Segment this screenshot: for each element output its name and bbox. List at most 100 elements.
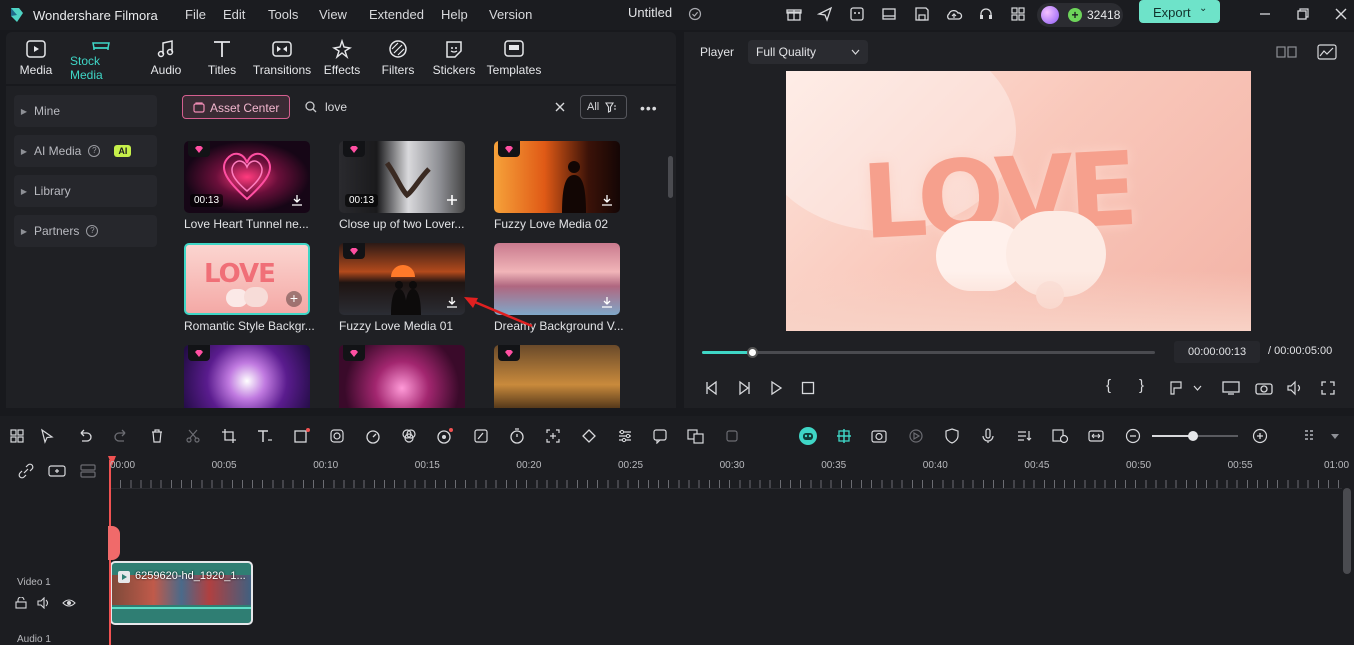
mark-out-icon[interactable]: } [1139,377,1144,394]
more-grid-icon[interactable] [1301,426,1321,446]
tab-audio[interactable]: Audio [136,36,196,82]
audio-mixer-icon[interactable] [1014,426,1034,446]
timeline-scrollbar[interactable] [1343,488,1351,574]
sidebar-item-library[interactable]: ▶ Library [14,175,157,207]
link-icon[interactable] [18,463,34,479]
media-thumbnail[interactable] [339,243,465,315]
layout-grid-icon[interactable] [7,426,27,446]
tab-titles[interactable]: Titles [192,36,252,82]
delete-icon[interactable] [147,426,167,446]
playhead-knob[interactable] [746,347,758,358]
keyframe-icon[interactable] [579,426,599,446]
previous-frame-icon[interactable] [704,380,720,396]
stop-icon[interactable] [800,380,816,396]
quality-dropdown[interactable]: Full Quality [748,40,868,64]
ai-tools-icon[interactable] [435,426,455,446]
menu-edit[interactable]: Edit [220,4,248,25]
asset-center-button[interactable]: Asset Center [182,95,290,119]
tab-templates[interactable]: Templates [484,36,544,82]
video-preview[interactable]: LOVE [786,71,1251,331]
adjust-icon[interactable] [615,426,635,446]
menu-extended[interactable]: Extended [366,4,427,25]
speech-to-text-icon[interactable] [650,426,670,446]
zoom-slider[interactable] [1152,431,1238,441]
media-thumbnail[interactable] [494,345,620,408]
snapshot-camera-icon[interactable] [1255,380,1273,396]
playback-progress-track[interactable] [702,347,1155,358]
zoom-in-icon[interactable] [1250,426,1270,446]
zoom-slider-knob[interactable] [1188,431,1198,441]
playhead-handle[interactable] [108,526,120,560]
save-icon[interactable] [912,4,932,24]
color-match-icon[interactable] [327,426,347,446]
magnetic-snap-icon[interactable] [834,426,854,446]
add-icon[interactable] [445,193,459,207]
track-manager-icon[interactable] [80,464,96,478]
media-thumbnail[interactable] [339,345,465,408]
sidebar-item-mine[interactable]: ▶ Mine [14,95,157,127]
tab-transitions[interactable]: Transitions [250,36,314,82]
marker-icon[interactable] [1168,380,1184,396]
add-icon[interactable]: + [286,291,302,307]
send-icon[interactable] [815,4,835,24]
timer-icon[interactable] [507,426,527,446]
download-icon[interactable] [600,295,614,309]
crop-icon[interactable] [219,426,239,446]
tab-effects[interactable]: Effects [312,36,372,82]
sidebar-item-ai-media[interactable]: ▶ AI Media ? AI [14,135,157,167]
menu-tools[interactable]: Tools [265,4,301,25]
edit-icon[interactable] [471,426,491,446]
menu-version[interactable]: Version [486,4,535,25]
next-frame-icon[interactable] [736,380,752,396]
freeze-frame-icon[interactable] [722,426,742,446]
current-time-field[interactable]: 00:00:00:13 [1174,341,1260,363]
apps-grid-icon[interactable] [1008,4,1028,24]
ai-copilot-icon[interactable] [798,426,818,446]
tab-stickers[interactable]: Stickers [424,36,484,82]
select-cursor-icon[interactable] [37,426,57,446]
download-icon[interactable] [290,193,304,207]
translate-icon[interactable] [686,426,706,446]
tab-stock-media[interactable]: Stock Media [70,36,132,82]
cloud-upload-icon[interactable] [944,4,964,24]
menu-view[interactable]: View [316,4,350,25]
clear-search-icon[interactable] [555,102,565,112]
fit-timeline-icon[interactable] [1086,426,1106,446]
compare-view-icon[interactable] [1276,44,1298,60]
menu-file[interactable]: File [182,4,209,25]
volume-icon[interactable] [37,597,51,609]
redo-icon[interactable] [111,426,131,446]
ai-copilot-icon[interactable] [847,4,867,24]
mark-in-icon[interactable]: { [1106,377,1111,394]
media-thumbnail[interactable]: 00:13 [339,141,465,213]
restore-icon[interactable] [1293,4,1313,24]
undo-icon[interactable] [75,426,95,446]
shape-icon[interactable] [292,426,312,446]
add-effect-icon[interactable] [543,426,563,446]
microphone-icon[interactable] [978,426,998,446]
scopes-icon[interactable] [1317,44,1337,60]
headset-icon[interactable] [976,4,996,24]
auto-highlight-icon[interactable] [870,426,890,446]
video-clip[interactable]: 6259620-hd_1920_1... [110,561,253,625]
more-options-icon[interactable]: ••• [640,100,658,116]
menu-help[interactable]: Help [438,4,471,25]
media-thumbnail[interactable]: LOVE + [184,243,310,315]
volume-icon[interactable] [1286,380,1304,396]
display-monitor-icon[interactable] [1222,380,1240,396]
scrollbar[interactable] [668,156,673,198]
play-icon[interactable] [768,380,784,396]
close-icon[interactable] [1331,4,1351,24]
search-input[interactable]: love [325,100,545,114]
layout-icon[interactable] [879,4,899,24]
credits-badge[interactable]: + 32418 [1037,3,1123,27]
help-icon[interactable]: ? [88,145,101,157]
playback-loop-icon[interactable] [906,426,926,446]
minimize-icon[interactable] [1255,4,1275,24]
zoom-out-icon[interactable] [1123,426,1143,446]
sidebar-item-partners[interactable]: ▶ Partners ? [14,215,157,247]
speed-icon[interactable] [363,426,383,446]
fullscreen-icon[interactable] [1320,380,1336,396]
gift-icon[interactable] [784,4,804,24]
media-thumbnail[interactable] [184,345,310,408]
